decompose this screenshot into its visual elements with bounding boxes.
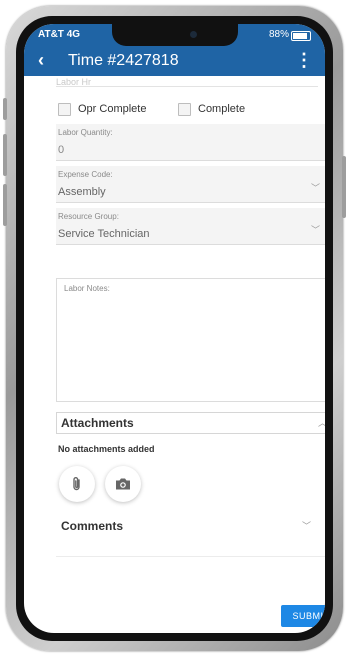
labor-quantity-value: 0 (58, 144, 65, 156)
page-title: Time #2427818 (68, 52, 179, 69)
complete-label: Complete (198, 103, 246, 115)
app-bar: ‹ Time #2427818 ⋮ (24, 46, 325, 76)
divider (56, 86, 318, 87)
labor-quantity-field[interactable]: Labor Quantity: 0 (56, 124, 325, 161)
attachments-title: Attachments (61, 416, 134, 430)
resource-group-value: Service Technician (58, 228, 150, 240)
back-arrow-icon[interactable]: ‹ (38, 50, 44, 71)
phone-bezel: AT&T 4G 88% ‹ Time #2427818 ⋮ Labor Hr O… (16, 16, 333, 641)
complete-checkbox[interactable] (178, 102, 191, 116)
power-button (342, 156, 346, 218)
more-options-icon[interactable]: ⋮ (295, 50, 313, 71)
resource-group-label: Resource Group: (58, 212, 119, 221)
paperclip-icon (73, 477, 80, 491)
expense-code-label: Expense Code: (58, 170, 113, 179)
mute-switch (3, 98, 7, 120)
labor-quantity-label: Labor Quantity: (58, 128, 113, 137)
labor-notes-label: Labor Notes: (64, 284, 110, 293)
attachments-section-header[interactable]: Attachments ︿ (56, 412, 325, 434)
opr-complete-checkbox[interactable] (58, 102, 71, 116)
camera-button[interactable] (105, 466, 141, 502)
battery-percent: 88% (268, 29, 289, 40)
complete-checkbox-row[interactable]: Complete (178, 100, 245, 118)
chevron-down-icon: ﹀ (310, 183, 320, 193)
time-entry-form: Labor Hr Opr Complete Complete Labor Qua… (24, 76, 325, 633)
chevron-up-icon: ︿ (318, 416, 325, 429)
expense-code-select[interactable]: Expense Code: Assembly ﹀ (56, 166, 325, 203)
camera-icon (116, 478, 130, 490)
volume-up-button (3, 134, 7, 176)
camera-notch (112, 24, 238, 46)
volume-down-button (3, 184, 7, 226)
labor-notes-textarea[interactable]: Labor Notes: (56, 278, 325, 402)
opr-complete-label: Opr Complete (78, 103, 147, 115)
phone-screen: AT&T 4G 88% ‹ Time #2427818 ⋮ Labor Hr O… (24, 24, 325, 633)
opr-complete-checkbox-row[interactable]: Opr Complete (58, 100, 146, 118)
chevron-down-icon: ﹀ (310, 225, 320, 235)
phone-frame: AT&T 4G 88% ‹ Time #2427818 ⋮ Labor Hr O… (3, 6, 346, 651)
comments-title[interactable]: Comments (61, 519, 123, 533)
submit-button[interactable]: SUBMIT (281, 605, 325, 627)
resource-group-select[interactable]: Resource Group: Service Technician ﹀ (56, 208, 325, 245)
attach-file-button[interactable] (59, 466, 95, 502)
battery-icon (291, 31, 311, 41)
chevron-down-icon[interactable]: ﹀ (302, 519, 311, 532)
carrier-text: AT&T 4G (38, 29, 81, 40)
expense-code-value: Assembly (58, 186, 106, 198)
divider (56, 556, 325, 557)
no-attachments-text: No attachments added (58, 444, 155, 454)
